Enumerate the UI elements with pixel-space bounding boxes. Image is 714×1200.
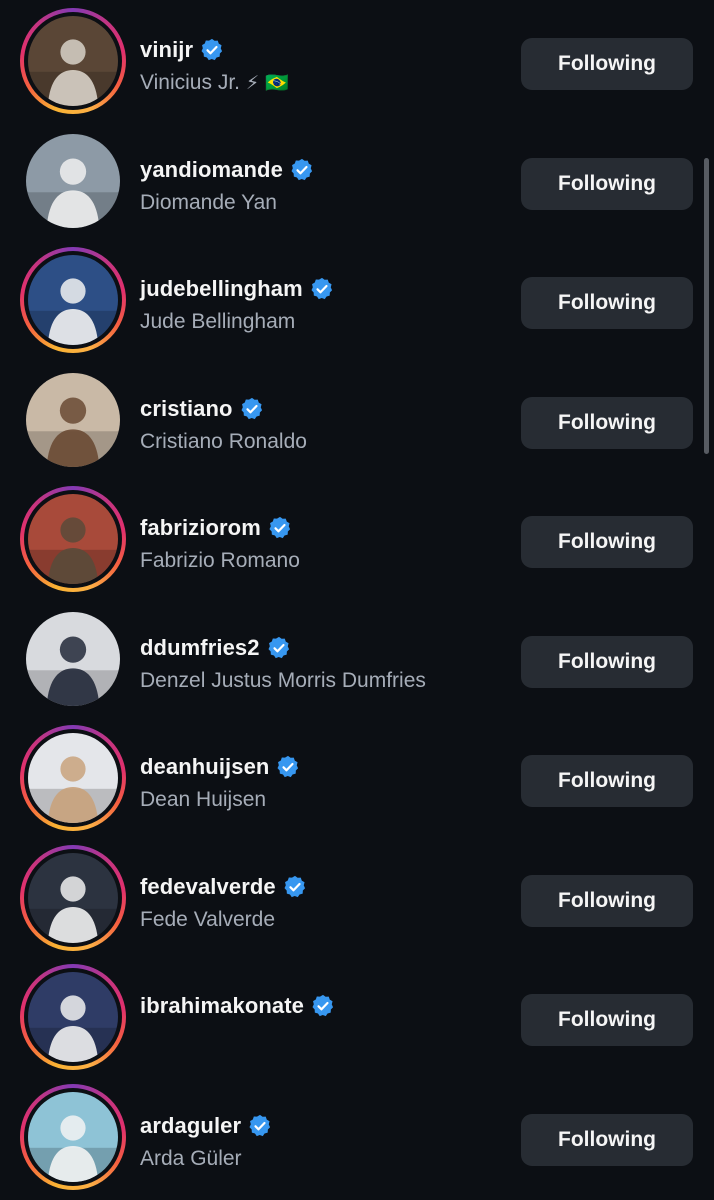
verified-badge-icon	[240, 397, 264, 421]
full-name-text: Fede Valverde	[140, 908, 276, 931]
username[interactable]: fedevalverde	[140, 874, 276, 900]
verified-badge-icon	[310, 277, 334, 301]
following-button[interactable]: Following	[521, 158, 693, 210]
full-name: Dean Huijsen	[140, 788, 266, 812]
following-button[interactable]: Following	[521, 1114, 693, 1166]
avatar[interactable]	[28, 853, 118, 943]
following-button[interactable]: Following	[521, 994, 693, 1046]
username[interactable]: cristiano	[140, 396, 233, 422]
list-item[interactable]: deanhuijsen Dean Huijsen Following	[0, 725, 714, 845]
avatar[interactable]	[26, 134, 120, 228]
username[interactable]: deanhuijsen	[140, 754, 269, 780]
full-name: Denzel Justus Morris Dumfries	[140, 669, 426, 693]
avatar[interactable]	[28, 1092, 118, 1182]
verified-badge-icon	[311, 994, 335, 1018]
list-item[interactable]: cristiano Cristiano Ronaldo Following	[0, 367, 714, 487]
full-name: Jude Bellingham	[140, 310, 295, 334]
story-ring[interactable]	[20, 367, 126, 473]
full-name: Vinicius Jr. ⚡ 🇧🇷	[140, 71, 289, 95]
full-name-text: Fabrizio Romano	[140, 549, 300, 572]
full-name: Diomande Yan	[140, 191, 277, 215]
avatar[interactable]	[28, 972, 118, 1062]
username-line: fedevalverde	[140, 872, 307, 902]
story-ring[interactable]	[20, 247, 126, 353]
username-line: cristiano	[140, 394, 264, 424]
list-item[interactable]: vinijr Vinicius Jr. ⚡ 🇧🇷 Following	[0, 8, 714, 128]
verified-badge-icon	[290, 158, 314, 182]
full-name-text: Vinicius Jr.	[140, 71, 240, 94]
verified-badge-icon	[267, 636, 291, 660]
following-button[interactable]: Following	[521, 875, 693, 927]
story-ring[interactable]	[20, 486, 126, 592]
following-button[interactable]: Following	[521, 397, 693, 449]
avatar[interactable]	[26, 373, 120, 467]
avatar[interactable]	[28, 16, 118, 106]
full-name-text: Dean Huijsen	[140, 788, 267, 811]
username[interactable]: ardaguler	[140, 1113, 241, 1139]
verified-badge-icon	[248, 1114, 272, 1138]
full-name-text: Cristiano Ronaldo	[140, 430, 307, 453]
scrollbar[interactable]	[704, 158, 709, 454]
username[interactable]: ibrahimakonate	[140, 993, 304, 1019]
full-name: Arda Güler	[140, 1147, 242, 1171]
story-ring[interactable]	[20, 845, 126, 951]
username[interactable]: ddumfries2	[140, 635, 260, 661]
username-line: vinijr	[140, 35, 224, 65]
list-item[interactable]: judebellingham Jude Bellingham Following	[0, 247, 714, 367]
avatar[interactable]	[28, 494, 118, 584]
list-item[interactable]: ddumfries2 Denzel Justus Morris Dumfries F…	[0, 606, 714, 726]
username-line: deanhuijsen	[140, 752, 300, 782]
username-line: fabriziorom	[140, 513, 292, 543]
avatar[interactable]	[26, 612, 120, 706]
following-list: vinijr Vinicius Jr. ⚡ 🇧🇷 Following yandioma…	[0, 0, 714, 1200]
list-item[interactable]: fabriziorom Fabrizio Romano Following	[0, 486, 714, 606]
following-button[interactable]: Following	[521, 516, 693, 568]
full-name: Cristiano Ronaldo	[140, 430, 307, 454]
full-name-text: Jude Bellingham	[140, 310, 296, 333]
full-name: Fabrizio Romano	[140, 549, 300, 573]
list-item[interactable]: fedevalverde Fede Valverde Following	[0, 845, 714, 965]
username-line: yandiomande	[140, 155, 314, 185]
username-line: ibrahimakonate	[140, 991, 335, 1021]
avatar[interactable]	[28, 255, 118, 345]
story-ring[interactable]	[20, 1084, 126, 1190]
username-line: judebellingham	[140, 274, 334, 304]
story-ring[interactable]	[20, 964, 126, 1070]
story-ring[interactable]	[20, 8, 126, 114]
full-name: Fede Valverde	[140, 908, 275, 932]
verified-badge-icon	[283, 875, 307, 899]
following-button[interactable]: Following	[521, 636, 693, 688]
username-line: ddumfries2	[140, 633, 291, 663]
story-ring[interactable]	[20, 128, 126, 234]
list-item[interactable]: yandiomande Diomande Yan Following	[0, 128, 714, 248]
story-ring[interactable]	[20, 606, 126, 712]
following-button[interactable]: Following	[521, 38, 693, 90]
following-button[interactable]: Following	[521, 755, 693, 807]
verified-badge-icon	[200, 38, 224, 62]
name-emoji: ⚡ 🇧🇷	[245, 72, 289, 94]
username[interactable]: fabriziorom	[140, 515, 261, 541]
story-ring[interactable]	[20, 725, 126, 831]
username[interactable]: vinijr	[140, 37, 193, 63]
username[interactable]: judebellingham	[140, 276, 303, 302]
list-item[interactable]: ardaguler Arda Güler Following	[0, 1084, 714, 1200]
avatar[interactable]	[28, 733, 118, 823]
full-name-text: Denzel Justus Morris Dumfries	[140, 669, 426, 692]
following-button[interactable]: Following	[521, 277, 693, 329]
full-name-text: Diomande Yan	[140, 191, 277, 214]
username-line: ardaguler	[140, 1111, 272, 1141]
verified-badge-icon	[276, 755, 300, 779]
verified-badge-icon	[268, 516, 292, 540]
list-item[interactable]: ibrahimakonate Following	[0, 964, 714, 1084]
username[interactable]: yandiomande	[140, 157, 283, 183]
full-name-text: Arda Güler	[140, 1147, 242, 1170]
